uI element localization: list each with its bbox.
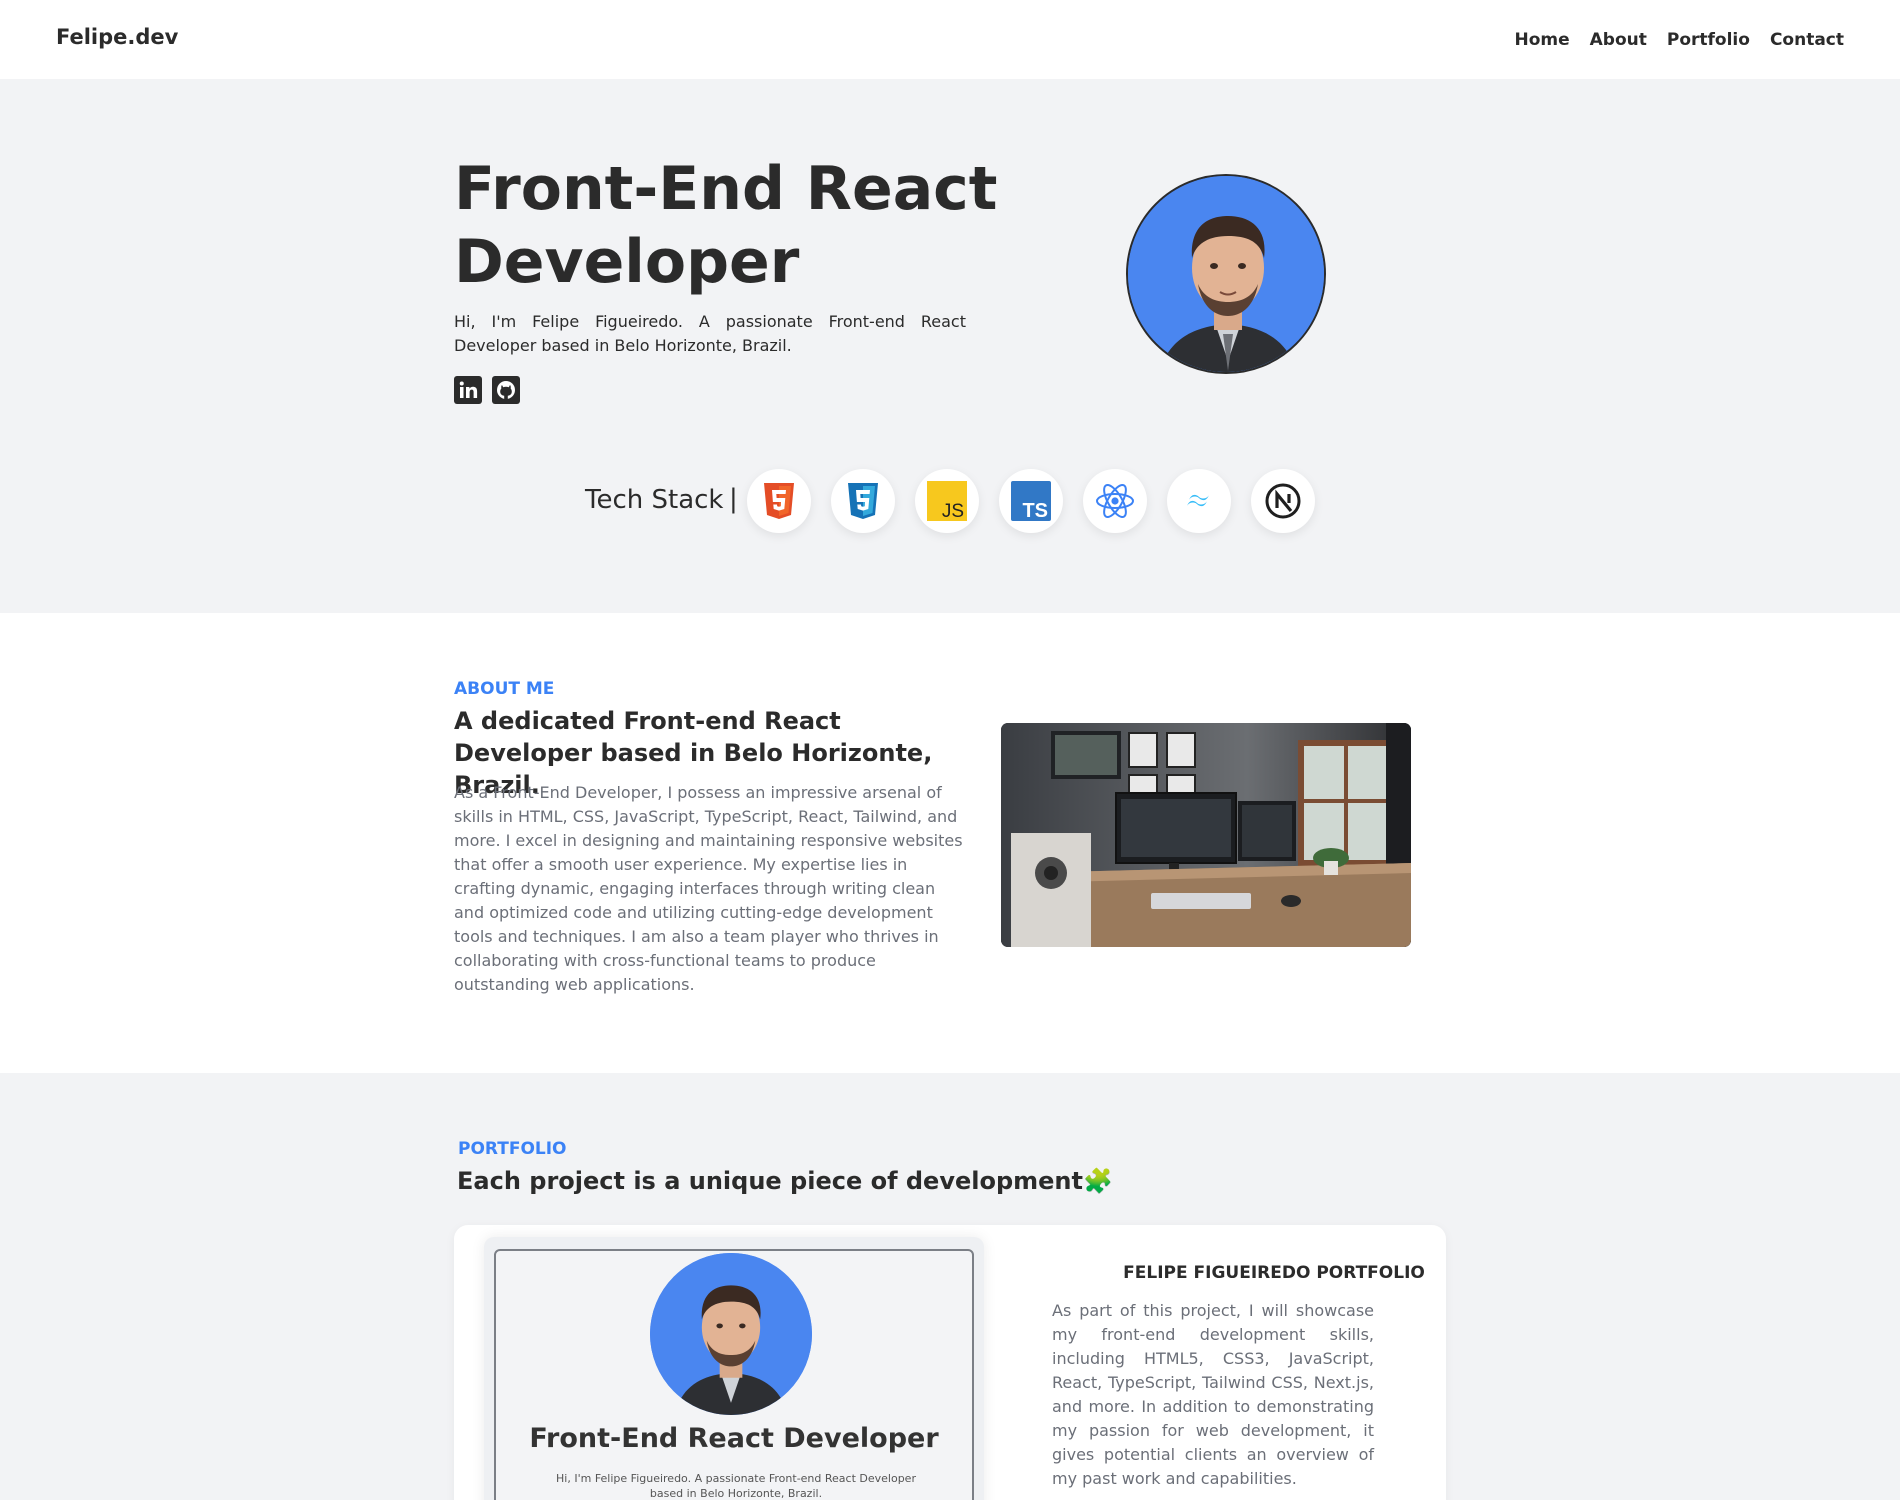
navbar: Felipe.dev Home About Portfolio Contact — [0, 0, 1900, 79]
portfolio-kicker: PORTFOLIO — [458, 1139, 567, 1159]
portfolio-heading: Each project is a unique piece of develo… — [457, 1167, 1113, 1195]
preview-title: Front-End React Developer — [529, 1423, 939, 1454]
portfolio-section: PORTFOLIO Each project is a unique piece… — [0, 1073, 1900, 1500]
nav-portfolio-link[interactable]: Portfolio — [1667, 30, 1750, 50]
desk-setup-image — [1001, 723, 1411, 947]
react-icon — [1083, 469, 1147, 533]
linkedin-icon[interactable] — [454, 376, 482, 404]
ts-badge-text: TS — [1022, 500, 1048, 521]
profile-avatar — [1126, 174, 1326, 374]
project-screenshot: Front-End React Developer Hi, I'm Felipe… — [494, 1249, 974, 1500]
hero-description: Hi, I'm Felipe Figueiredo. A passionate … — [454, 312, 966, 355]
nav-contact-link[interactable]: Contact — [1770, 30, 1844, 50]
nav-about-link[interactable]: About — [1590, 30, 1647, 50]
project-title: FELIPE FIGUEIREDO PORTFOLIO — [1123, 1263, 1425, 1283]
tech-stack-label: Tech Stack — [585, 485, 724, 515]
hero-title: Front-End React Developer — [454, 154, 998, 297]
social-links — [454, 376, 520, 404]
about-kicker: ABOUT ME — [454, 679, 555, 699]
hero-section: Front-End React Developer Hi, I'm Felipe… — [0, 79, 1900, 613]
main-nav: Home About Portfolio Contact — [1514, 30, 1844, 50]
preview-avatar — [650, 1253, 812, 1415]
tech-stack-separator: | — [729, 484, 738, 514]
html5-icon — [747, 469, 811, 533]
js-badge-text: JS — [942, 501, 964, 521]
project-description: As part of this project, I will showcase… — [1052, 1301, 1374, 1488]
nav-home-link[interactable]: Home — [1514, 30, 1569, 50]
css3-icon — [831, 469, 895, 533]
project-card[interactable]: Front-End React Developer Hi, I'm Felipe… — [454, 1225, 1446, 1500]
javascript-icon: JS — [915, 469, 979, 533]
nextjs-icon — [1251, 469, 1315, 533]
about-text: As a Front-End Developer, I possess an i… — [454, 783, 963, 994]
tailwind-icon — [1167, 469, 1231, 533]
about-section: ABOUT ME A dedicated Front-end React Dev… — [0, 613, 1900, 1073]
tech-stack-icons: JS TS — [747, 469, 1315, 533]
preview-description: Hi, I'm Felipe Figueiredo. A passionate … — [556, 1472, 916, 1500]
typescript-icon: TS — [999, 469, 1063, 533]
project-preview[interactable]: Front-End React Developer Hi, I'm Felipe… — [484, 1237, 984, 1500]
github-icon[interactable] — [492, 376, 520, 404]
site-logo[interactable]: Felipe.dev — [56, 25, 178, 49]
